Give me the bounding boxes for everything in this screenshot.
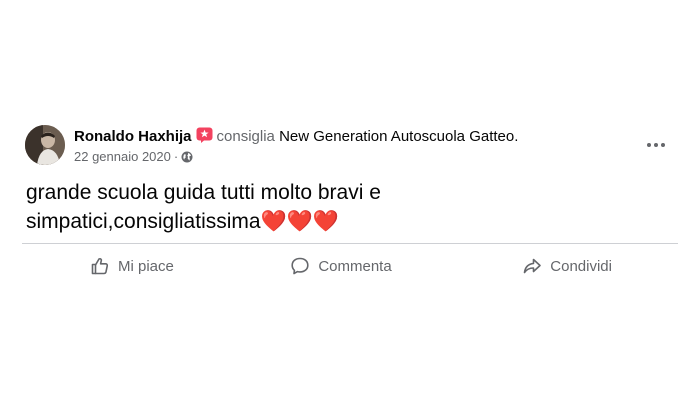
more-options-icon[interactable] xyxy=(640,135,672,155)
like-button[interactable]: Mi piace xyxy=(22,250,257,282)
author-line: Ronaldo Haxhija consiglia New Generation … xyxy=(74,127,518,148)
post-date[interactable]: 22 gennaio 2020 xyxy=(74,149,171,164)
comment-label: Commenta xyxy=(318,257,392,275)
post-body-text: grande scuola guida tutti molto bravi e … xyxy=(26,181,381,233)
share-label: Condividi xyxy=(550,257,612,275)
share-icon xyxy=(522,256,542,276)
divider xyxy=(22,243,678,244)
comment-button[interactable]: Commenta xyxy=(257,250,444,282)
review-post: Ronaldo Haxhija consiglia New Generation … xyxy=(0,0,700,400)
page-name-link[interactable]: New Generation Autoscuola Gatteo xyxy=(279,128,514,145)
avatar[interactable] xyxy=(25,125,65,165)
like-label: Mi piace xyxy=(118,257,174,275)
author-name[interactable]: Ronaldo Haxhija xyxy=(74,128,192,145)
post-header: Ronaldo Haxhija consiglia New Generation … xyxy=(25,125,675,169)
period: . xyxy=(514,128,519,145)
thumbs-up-icon xyxy=(90,256,110,276)
share-button[interactable]: Condividi xyxy=(445,250,678,282)
post-actions: Mi piace Commenta Condividi xyxy=(22,250,678,282)
recommend-badge-icon xyxy=(196,127,213,148)
post-meta: 22 gennaio 2020 · xyxy=(74,149,193,167)
comment-icon xyxy=(290,256,310,276)
recommends-text: consiglia xyxy=(216,128,275,145)
date-separator: · xyxy=(173,149,179,164)
globe-icon[interactable] xyxy=(181,151,193,167)
